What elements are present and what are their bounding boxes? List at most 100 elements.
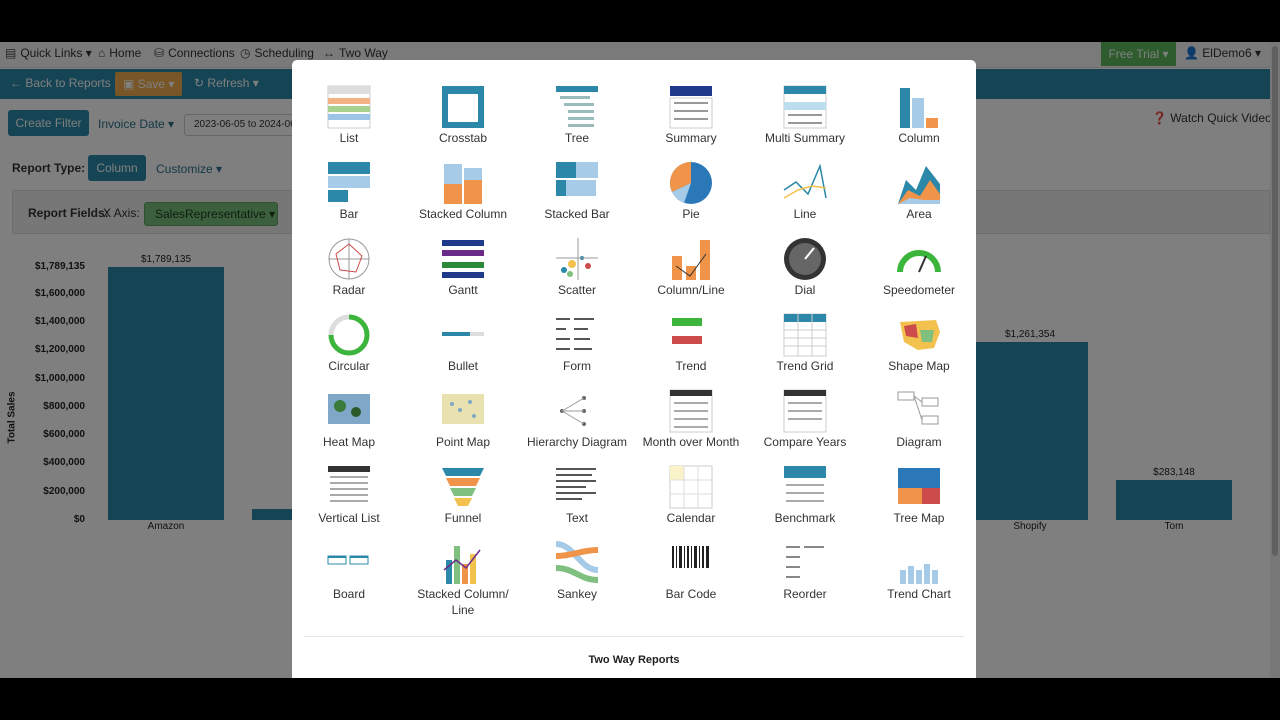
chart-type-thumbnail xyxy=(786,546,824,578)
chart-type-option[interactable]: Calendar xyxy=(634,456,748,530)
chart-type-option[interactable]: Dial xyxy=(748,228,862,302)
chart-type-thumbnail xyxy=(897,250,941,273)
chart-type-option[interactable]: Point Map xyxy=(406,380,520,454)
chart-type-thumbnail xyxy=(669,465,713,509)
chart-type-thumbnail xyxy=(328,394,370,424)
chart-type-option[interactable]: Funnel xyxy=(406,456,520,530)
chart-type-label: Benchmark xyxy=(774,511,836,525)
chart-type-thumbnail xyxy=(783,163,827,199)
chart-type-thumbnail xyxy=(784,238,826,280)
chart-type-option[interactable]: Crosstab xyxy=(406,76,520,150)
chart-type-option[interactable]: Month over Month xyxy=(634,380,748,454)
chart-type-thumbnail xyxy=(442,240,484,278)
chart-type-thumbnail xyxy=(784,466,826,502)
chart-type-thumbnail xyxy=(555,541,599,583)
chart-type-label: Summary xyxy=(665,131,717,145)
chart-type-thumbnail xyxy=(672,318,702,344)
chart-type-label: Trend Chart xyxy=(887,587,951,601)
chart-type-option[interactable]: Form xyxy=(520,304,634,378)
chart-type-label: Form xyxy=(563,359,591,373)
chart-type-thumbnail xyxy=(442,394,484,424)
chart-type-option[interactable]: Text xyxy=(520,456,634,530)
chart-type-option[interactable]: Benchmark xyxy=(748,456,862,530)
chart-type-option[interactable]: Tree Map xyxy=(862,456,976,530)
chart-type-thumbnail xyxy=(442,86,484,128)
chart-type-option[interactable]: Diagram xyxy=(862,380,976,454)
chart-type-label: Column xyxy=(898,131,940,145)
chart-type-thumbnail xyxy=(560,396,586,426)
chart-type-option[interactable]: Trend Chart xyxy=(862,532,976,606)
chart-type-label: Point Map xyxy=(435,435,491,449)
chart-type-option[interactable]: Circular xyxy=(292,304,406,378)
chart-type-label: Bar Code xyxy=(665,587,717,601)
chart-type-label: Funnel xyxy=(444,511,482,525)
chart-type-option[interactable]: Speedometer xyxy=(862,228,976,302)
chart-type-label: Diagram xyxy=(896,435,942,449)
chart-type-label: Bullet xyxy=(447,359,479,373)
chart-type-thumbnail xyxy=(328,466,370,502)
chart-type-label: Month over Month xyxy=(642,435,740,449)
chart-type-thumbnail xyxy=(672,240,710,280)
chart-type-option[interactable]: Bar xyxy=(292,152,406,226)
chart-type-option[interactable]: Column xyxy=(862,76,976,150)
chart-type-option[interactable]: Bullet xyxy=(406,304,520,378)
chart-type-option[interactable]: Tree xyxy=(520,76,634,150)
chart-type-thumbnail xyxy=(556,318,594,350)
chart-type-thumbnail xyxy=(556,238,598,280)
chart-type-label: Pie xyxy=(682,207,700,221)
chart-type-option[interactable]: Line xyxy=(748,152,862,226)
chart-type-option[interactable]: Shape Map xyxy=(862,304,976,378)
chart-type-label: Trend xyxy=(675,359,707,373)
chart-type-option[interactable]: Vertical List xyxy=(292,456,406,530)
chart-type-label: Dial xyxy=(794,283,816,297)
chart-type-thumbnail xyxy=(328,238,370,280)
chart-type-thumbnail xyxy=(328,314,370,356)
chart-type-thumbnail xyxy=(556,86,598,127)
chart-type-label: Sankey xyxy=(556,587,598,601)
chart-type-label: Board xyxy=(332,587,366,601)
chart-type-option[interactable]: Summary xyxy=(634,76,748,150)
chart-type-label: Reorder xyxy=(783,587,827,601)
chart-type-label: Scatter xyxy=(557,283,596,297)
chart-type-option[interactable]: Trend Grid xyxy=(748,304,862,378)
chart-type-thumbnail xyxy=(898,468,940,504)
chart-type-label: Vertical List xyxy=(318,511,380,525)
chart-type-label: Line xyxy=(793,207,817,221)
chart-type-option[interactable]: Compare Years xyxy=(748,380,862,454)
chart-type-option[interactable]: Stacked Column/ Line xyxy=(406,532,520,617)
chart-type-label: Shape Map xyxy=(888,359,950,373)
chart-type-option[interactable]: Trend xyxy=(634,304,748,378)
chart-type-label: Speedometer xyxy=(882,283,956,297)
chart-type-option[interactable]: Multi Summary xyxy=(748,76,862,150)
chart-type-option[interactable]: Column/Line xyxy=(634,228,748,302)
chart-type-option[interactable]: Pie xyxy=(634,152,748,226)
chart-type-label: Hierarchy Diagram xyxy=(526,435,628,449)
chart-type-thumbnail xyxy=(669,161,712,204)
chart-type-option[interactable]: Stacked Column xyxy=(406,152,520,226)
chart-type-option[interactable]: Area xyxy=(862,152,976,226)
chart-type-thumbnail xyxy=(444,164,482,204)
chart-type-option[interactable]: Bar Code xyxy=(634,532,748,606)
chart-type-option[interactable]: Gantt xyxy=(406,228,520,302)
chart-type-option[interactable]: Heat Map xyxy=(292,380,406,454)
chart-type-label: Heat Map xyxy=(322,435,376,449)
chart-type-label: Tree Map xyxy=(893,511,945,525)
chart-type-option[interactable]: List xyxy=(292,76,406,150)
chart-type-thumbnail xyxy=(327,555,369,565)
chart-type-thumbnail xyxy=(327,85,371,129)
chart-type-label: Tree xyxy=(564,131,590,145)
chart-type-option[interactable]: Radar xyxy=(292,228,406,302)
chart-type-option[interactable]: Hierarchy Diagram xyxy=(520,380,634,454)
chart-type-option[interactable]: Board xyxy=(292,532,406,606)
app-screen: ▤Quick Links ▾ ⌂Home ⛁Connections ◷Sched… xyxy=(0,42,1280,678)
modal-divider xyxy=(304,636,964,637)
chart-type-label: Calendar xyxy=(666,511,716,525)
chart-type-option[interactable]: Stacked Bar xyxy=(520,152,634,226)
chart-type-option[interactable]: Reorder xyxy=(748,532,862,606)
chart-type-thumbnail xyxy=(328,162,370,202)
chart-type-label: Gantt xyxy=(448,283,478,297)
chart-type-option[interactable]: Scatter xyxy=(520,228,634,302)
chart-type-label: Compare Years xyxy=(763,435,847,449)
chart-type-option[interactable]: Sankey xyxy=(520,532,634,606)
chart-type-thumbnail xyxy=(669,389,713,433)
